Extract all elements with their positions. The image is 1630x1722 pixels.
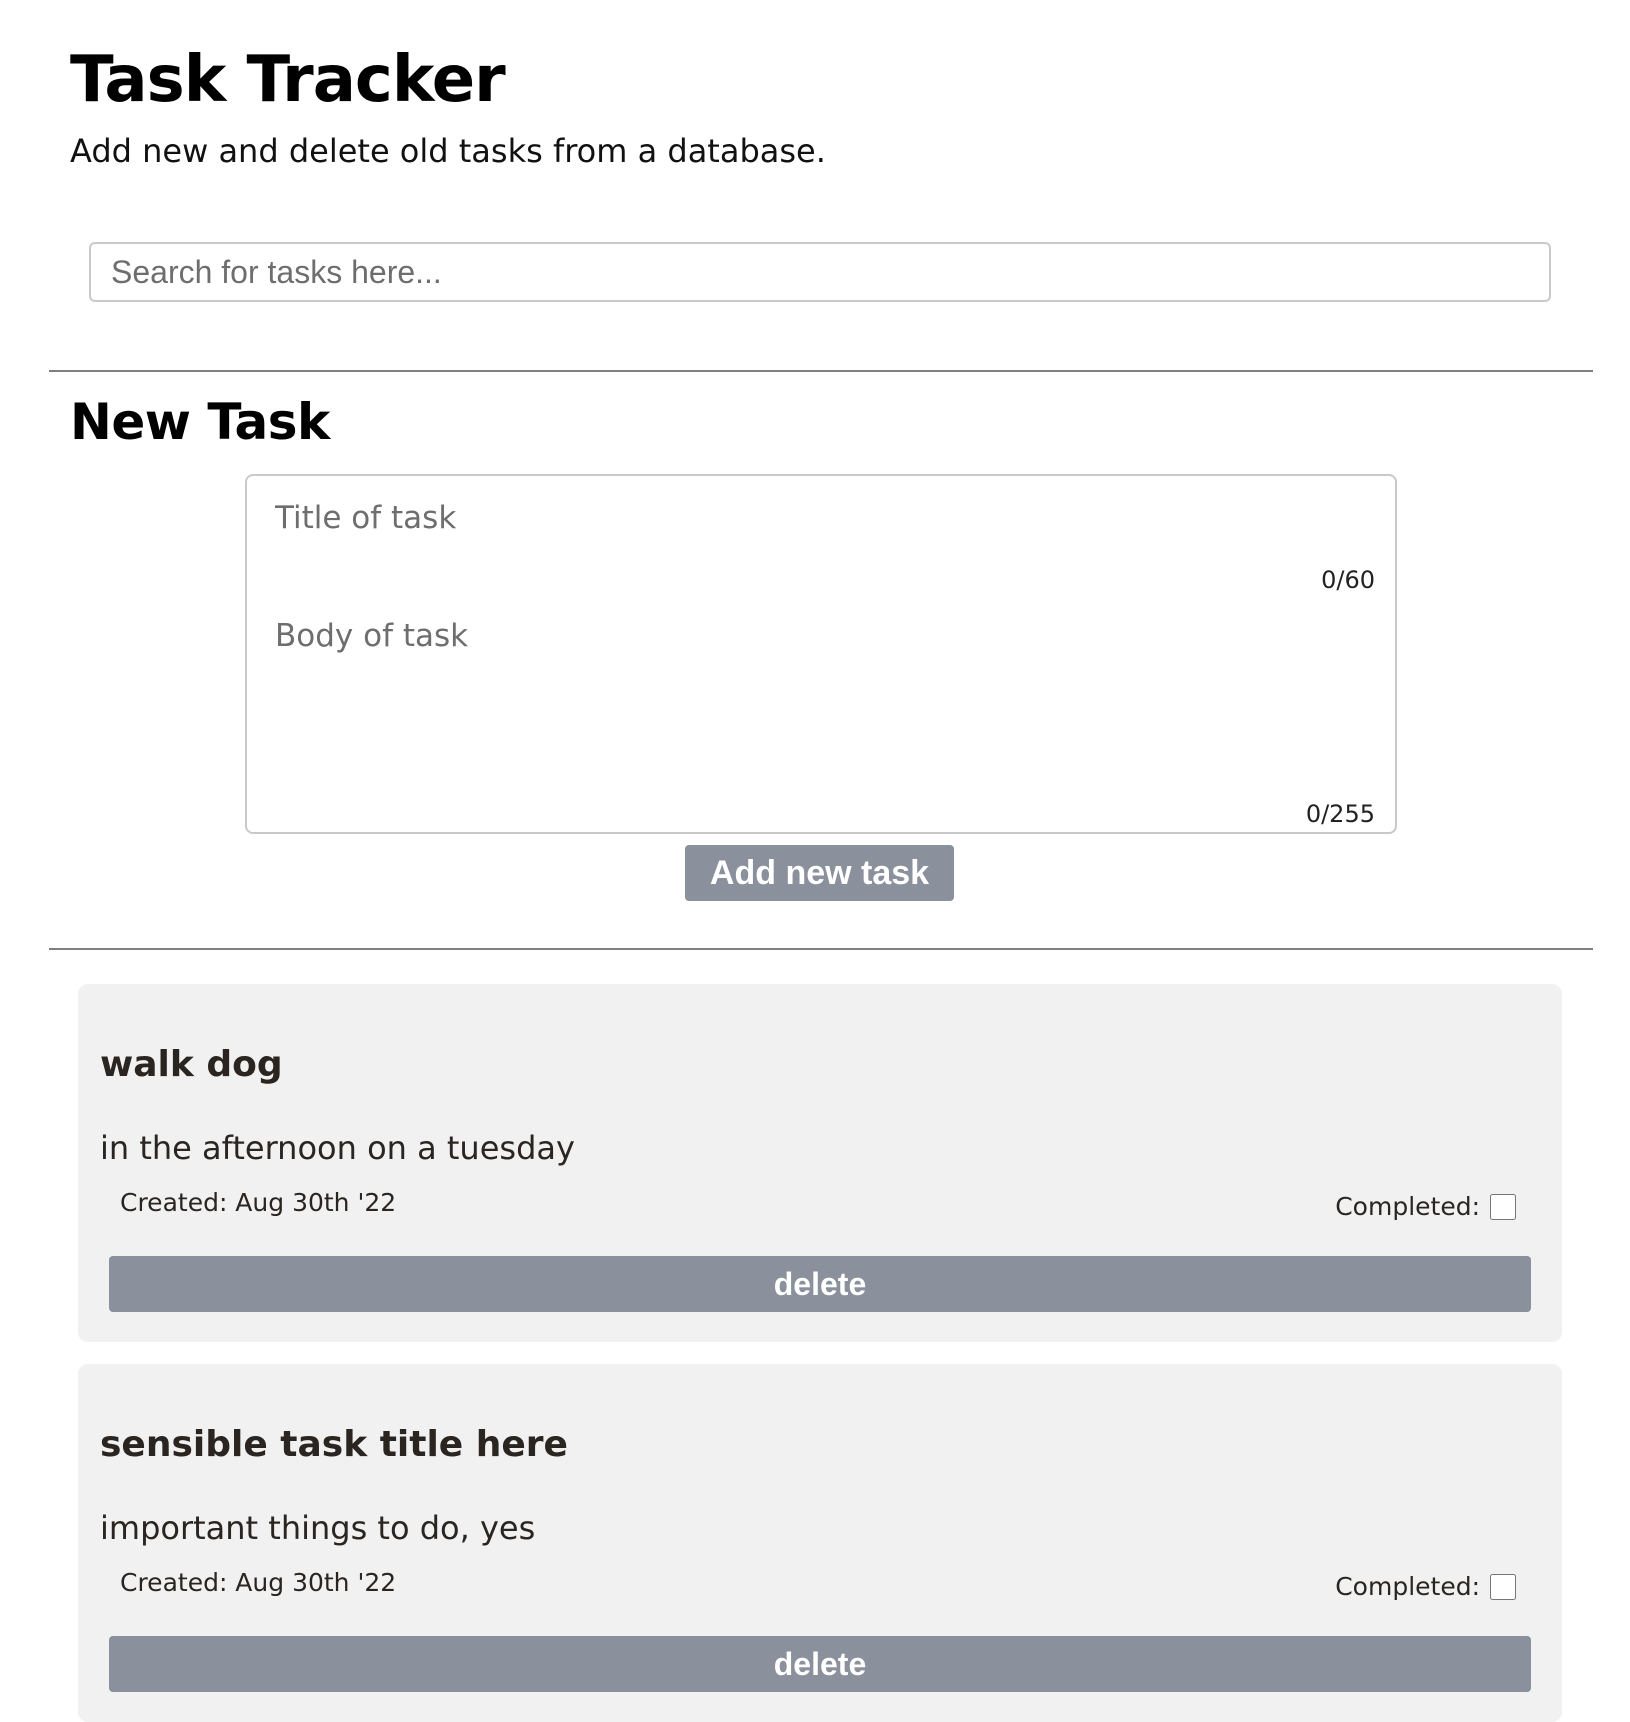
completed-label: Completed: xyxy=(1335,1192,1480,1221)
divider xyxy=(49,370,1593,372)
task-title: sensible task title here xyxy=(100,1424,568,1465)
completed-label: Completed: xyxy=(1335,1572,1480,1601)
task-card: sensible task title here important thing… xyxy=(78,1364,1562,1722)
body-char-counter: 0/255 xyxy=(1305,800,1375,828)
task-created-date: Created: Aug 30th '22 xyxy=(120,1568,397,1597)
completed-checkbox[interactable] xyxy=(1490,1193,1516,1220)
completed-checkbox[interactable] xyxy=(1490,1573,1516,1600)
task-title: walk dog xyxy=(100,1044,283,1085)
task-title-input[interactable] xyxy=(275,496,1335,540)
page-subtitle: Add new and delete old tasks from a data… xyxy=(70,132,826,170)
task-completed-toggle: Completed: xyxy=(1335,1192,1516,1221)
task-body-input[interactable] xyxy=(275,618,1335,808)
task-card: walk dog in the afternoon on a tuesday C… xyxy=(78,984,1562,1342)
divider xyxy=(49,948,1593,950)
add-new-task-button[interactable]: Add new task xyxy=(685,845,954,901)
delete-task-button[interactable]: delete xyxy=(109,1636,1531,1692)
task-created-date: Created: Aug 30th '22 xyxy=(120,1188,397,1217)
task-body: in the afternoon on a tuesday xyxy=(100,1129,575,1167)
task-tracker-page: Task Tracker Add new and delete old task… xyxy=(0,0,1630,1722)
new-task-heading: New Task xyxy=(70,393,330,451)
title-char-counter: 0/60 xyxy=(1321,566,1375,594)
delete-task-button[interactable]: delete xyxy=(109,1256,1531,1312)
new-task-form: 0/60 0/255 xyxy=(245,474,1397,834)
page-title: Task Tracker xyxy=(70,43,506,117)
task-completed-toggle: Completed: xyxy=(1335,1572,1516,1601)
search-input[interactable] xyxy=(89,242,1551,302)
task-body: important things to do, yes xyxy=(100,1509,536,1547)
